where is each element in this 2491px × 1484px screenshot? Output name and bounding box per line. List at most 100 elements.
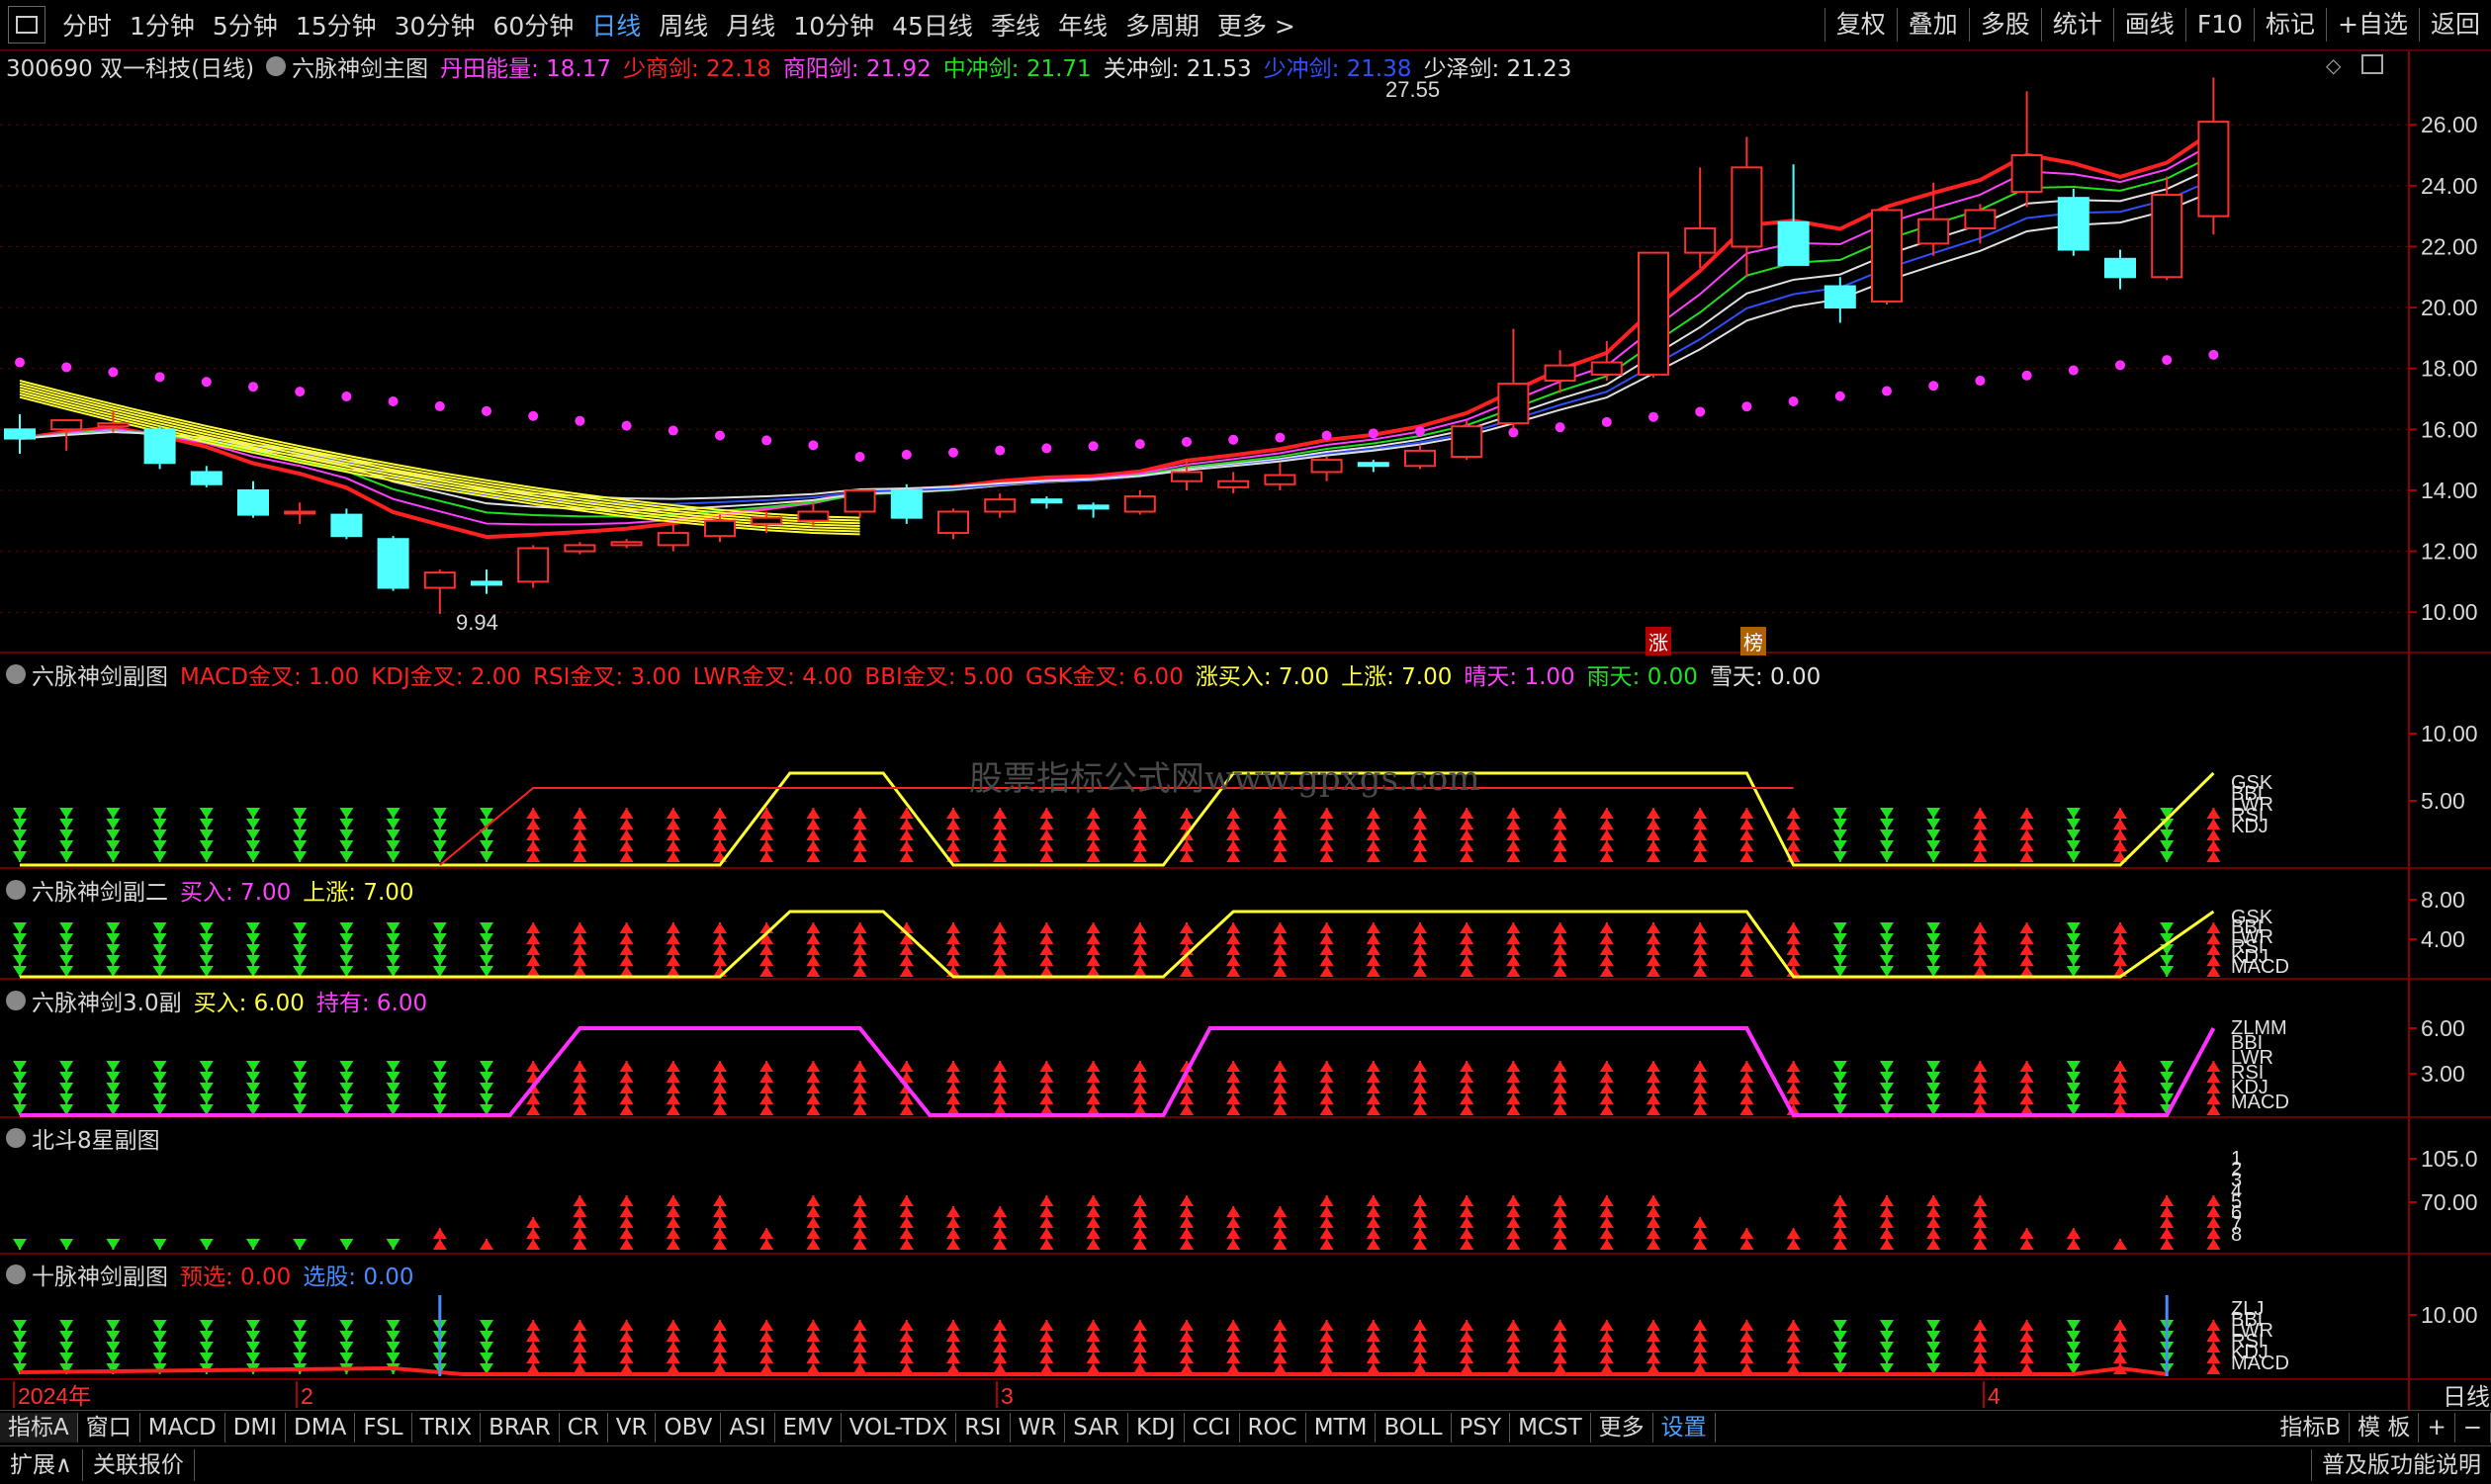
sub2-toggle-icon[interactable] [6, 880, 26, 900]
indicator-tab[interactable]: FSL [355, 1413, 412, 1442]
toolbar-button[interactable]: 复权 [1824, 8, 1897, 42]
period-tab[interactable]: 60分钟 [484, 7, 582, 43]
sar-dot [528, 410, 539, 421]
sub3-toggle-icon[interactable] [6, 991, 26, 1010]
sar-dot [1648, 411, 1658, 422]
indicator-toggle-icon[interactable] [266, 56, 287, 76]
indicator-value: RSI金叉: 3.00 [533, 664, 681, 690]
period-tab[interactable]: 15分钟 [287, 7, 386, 43]
indicator-tab[interactable]: 设置 [1653, 1413, 1716, 1442]
help-link[interactable]: 普及版功能说明 [2311, 1449, 2491, 1481]
period-tab[interactable]: 周线 [650, 7, 717, 43]
list-tag[interactable]: 榜 [1740, 627, 1766, 655]
date-tick-label: 4 [1988, 1383, 2001, 1409]
indicator-tab[interactable]: CCI [1185, 1413, 1240, 1442]
price-tick-label: 20.00 [2421, 295, 2478, 320]
toolbar-button[interactable]: 统计 [2040, 8, 2113, 42]
period-tab[interactable]: 1分钟 [121, 7, 204, 43]
indicator-tab[interactable]: KDJ [1128, 1413, 1185, 1442]
sar-dot [61, 362, 72, 373]
period-tab[interactable]: 更多 > [1208, 7, 1304, 43]
indicator-value: 丹田能量: 18.17 [440, 56, 611, 82]
sub5-title[interactable]: 十脉神剑副图 [32, 1258, 168, 1291]
candle-body [751, 516, 783, 525]
indicator-tab[interactable]: SAR [1065, 1413, 1129, 1442]
indicator-tab[interactable]: VOL-TDX [842, 1413, 957, 1442]
indicator-tab[interactable]: BRAR [481, 1413, 560, 1442]
period-tab[interactable]: 10分钟 [784, 7, 883, 43]
indicator-tab[interactable]: VR [608, 1413, 657, 1442]
indicator-tab[interactable]: RSI [956, 1413, 1011, 1442]
indicator-tab[interactable]: 指标A [0, 1413, 78, 1442]
sub-side-label: 8 [2231, 1224, 2242, 1246]
period-tab[interactable]: 月线 [717, 7, 784, 43]
panel-layout-icon[interactable] [2361, 54, 2383, 74]
status-item[interactable]: 关联报价 [83, 1449, 195, 1481]
toolbar-button[interactable]: 返回 [2418, 8, 2491, 42]
limit-up-tag[interactable]: 涨 [1646, 627, 1671, 655]
period-tab[interactable]: 5分钟 [204, 7, 287, 43]
sub1-title[interactable]: 六脉神剑副图 [32, 657, 168, 691]
toolbar-button[interactable]: 画线 [2112, 8, 2185, 42]
sub-axis-label: 10.00 [2421, 721, 2478, 746]
indicator-tab[interactable]: EMV [775, 1413, 842, 1442]
sub3-info: 六脉神剑3.0副 买入: 6.00 持有: 6.00 [6, 984, 439, 1017]
sub1-info: 六脉神剑副图 MACD金叉: 1.00 KDJ金叉: 2.00 RSI金叉: 3.0… [6, 657, 1832, 691]
sidebar-toggle-icon[interactable] [8, 6, 45, 44]
toolbar-button[interactable]: F10 [2184, 8, 2254, 42]
indicator-value: KDJ金叉: 2.00 [371, 664, 522, 690]
indicator-tab[interactable]: MACD [140, 1413, 225, 1442]
indicator-tab[interactable]: 更多 [1591, 1413, 1653, 1442]
main-indicator-name[interactable]: 六脉神剑主图 [292, 49, 428, 83]
period-tab[interactable]: 45日线 [883, 7, 982, 43]
candle-body [1357, 462, 1389, 468]
indicator-tab[interactable]: WR [1011, 1413, 1066, 1442]
indicator-tab[interactable]: TRIX [412, 1413, 482, 1442]
indicator-value: 少泽剑: 21.23 [1423, 56, 1572, 82]
indicator-tab[interactable]: MCST [1510, 1413, 1591, 1442]
indicator-tab[interactable]: ROC [1240, 1413, 1306, 1442]
candle-body [1123, 495, 1156, 513]
sub5-toggle-icon[interactable] [6, 1265, 26, 1284]
toolbar-button[interactable]: 标记 [2254, 8, 2326, 42]
period-tab[interactable]: 多周期 [1116, 7, 1208, 43]
candle-body [330, 513, 363, 538]
indicator-tab[interactable]: PSY [1452, 1413, 1511, 1442]
price-tick-label: 26.00 [2421, 112, 2478, 137]
period-tab[interactable]: 分时 [53, 7, 121, 43]
date-axis-period[interactable]: 日线 [2443, 1377, 2490, 1412]
sub2-title[interactable]: 六脉神剑副二 [32, 873, 168, 907]
sub4-toggle-icon[interactable] [6, 1128, 26, 1148]
period-tab[interactable]: 年线 [1049, 7, 1116, 43]
tab-control[interactable]: − [2455, 1413, 2491, 1442]
toolbar-button[interactable]: 多股 [1968, 8, 2041, 42]
indicator-tabs: 指标A 窗口 MACD DMI DMA FSL TRIX BRAR CR VR OBV ASI EMV V… [0, 1410, 2491, 1444]
indicator-tab[interactable]: CR [560, 1413, 608, 1442]
indicator-tab[interactable]: 窗口 [78, 1413, 140, 1442]
stock-title[interactable]: 300690 双一科技(日线) [6, 49, 254, 83]
indicator-tab[interactable]: BOLL [1376, 1413, 1452, 1442]
sub1-toggle-icon[interactable] [6, 664, 26, 684]
sar-dot [2208, 349, 2219, 360]
chart-settings-icon[interactable]: ◇ [2326, 53, 2346, 77]
period-tab[interactable]: 季线 [982, 7, 1049, 43]
toolbar-button[interactable]: +自选 [2326, 8, 2419, 42]
indicator-tab[interactable]: ASI [721, 1413, 775, 1442]
sar-dot [1275, 432, 1286, 443]
toolbar-button[interactable]: 叠加 [1896, 8, 1969, 42]
indicator-tab[interactable]: DMI [225, 1413, 287, 1442]
status-item[interactable]: 扩展∧ [0, 1449, 83, 1481]
tab-control[interactable]: + [2419, 1413, 2455, 1442]
indicator-tab[interactable]: OBV [656, 1413, 722, 1442]
candle-body [1964, 209, 1997, 229]
indicator-tab[interactable]: MTM [1306, 1413, 1377, 1442]
period-tab[interactable]: 日线 [582, 7, 650, 43]
date-tick-label: 3 [1001, 1383, 1014, 1409]
sub4-title[interactable]: 北斗8星副图 [32, 1121, 160, 1155]
tab-control[interactable]: 模 板 [2350, 1413, 2420, 1442]
period-tab[interactable]: 30分钟 [386, 7, 485, 43]
tab-control[interactable]: 指标B [2271, 1413, 2351, 1442]
indicator-tab[interactable]: DMA [286, 1413, 356, 1442]
sar-dot [295, 387, 306, 397]
sub3-title[interactable]: 六脉神剑3.0副 [32, 984, 182, 1017]
